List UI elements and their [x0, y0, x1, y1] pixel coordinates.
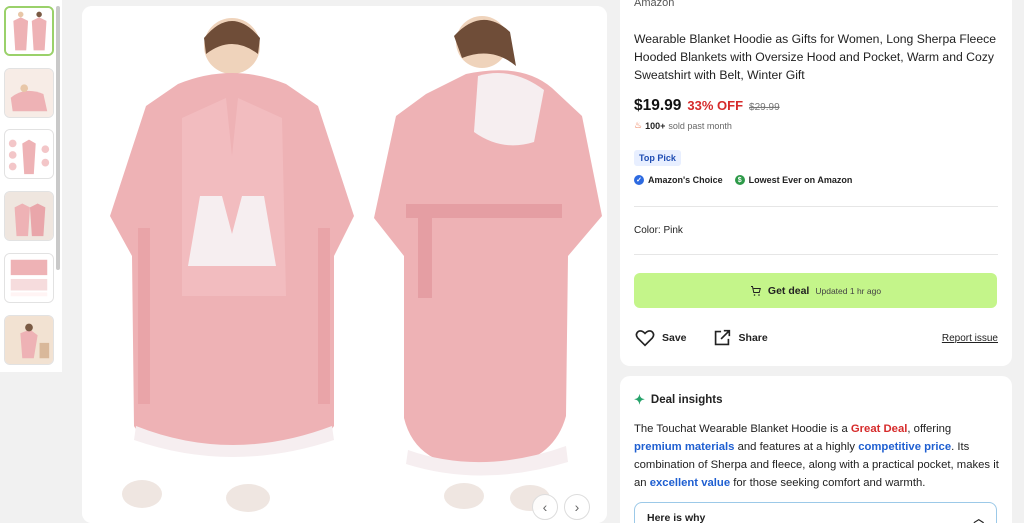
get-deal-button[interactable]: Get deal Updated 1 hr ago [634, 273, 997, 308]
badge-label: Amazon's Choice [648, 175, 723, 185]
sold-count: 100+ [645, 120, 666, 131]
action-row: Save Share Report issue [634, 327, 998, 349]
chevron-left-icon[interactable]: ‹ [532, 494, 558, 520]
great-deal-highlight: Great Deal [850, 423, 908, 435]
share-button[interactable]: Share [711, 327, 768, 349]
thumbnail-6[interactable] [4, 315, 54, 365]
amazons-choice-badge: ✓ Amazon's Choice [634, 175, 723, 185]
insights-text: , offering [907, 423, 952, 435]
deal-insights-card: ✦ Deal insights The Touchat Wearable Bla… [620, 376, 1012, 523]
sold-count-row: ♨ 100+ sold past month [634, 120, 732, 131]
save-label: Save [662, 332, 687, 344]
sparkle-icon: ✦ [634, 392, 645, 407]
badge-label: Lowest Ever on Amazon [748, 175, 853, 185]
heart-icon [635, 330, 655, 347]
thumbnail-strip [0, 0, 62, 372]
divider [634, 254, 998, 255]
thumbnail-4[interactable] [4, 191, 54, 241]
thumbnail-3[interactable] [4, 129, 54, 179]
insights-text: and features at a highly [734, 441, 859, 453]
thumbnail-1[interactable] [4, 6, 54, 56]
excellent-value-link[interactable]: excellent value [650, 477, 730, 489]
insights-text: The Touchat Wearable Blanket Hoodie is a [634, 423, 851, 435]
brand-name: Amazon [634, 0, 675, 9]
current-price: $19.99 [634, 97, 682, 114]
here-is-why-toggle[interactable]: Here is why ︿ [634, 502, 997, 523]
main-product-image[interactable]: ‹ › [82, 6, 607, 523]
product-info-panel: Amazon Wearable Blanket Hoodie as Gifts … [620, 0, 1012, 366]
thumbnail-scrollbar[interactable] [56, 6, 60, 270]
price-row: $19.99 33% OFF $29.99 [634, 97, 780, 115]
lowest-ever-badge: $ Lowest Ever on Amazon [734, 175, 853, 185]
chevron-right-icon[interactable]: › [564, 494, 590, 520]
insights-text: for those seeking comfort and warmth. [730, 477, 926, 489]
sold-label: sold past month [668, 120, 732, 131]
report-issue-link[interactable]: Report issue [942, 333, 998, 344]
product-page: { "product": { "brand": "Amazon", "title… [0, 0, 1024, 523]
competitive-price-link[interactable]: competitive price [858, 441, 951, 453]
badge-row: ✓ Amazon's Choice $ Lowest Ever on Amazo… [634, 175, 852, 185]
premium-materials-link[interactable]: premium materials [634, 441, 734, 453]
chevron-up-icon: ︿ [973, 512, 985, 523]
product-photo [82, 6, 607, 523]
product-title: Wearable Blanket Hoodie as Gifts for Wom… [634, 32, 996, 82]
discount-badge: 33% OFF [687, 98, 744, 113]
top-pick-badge: Top Pick [634, 150, 681, 166]
insights-heading: ✦ Deal insights [634, 392, 722, 408]
insights-body: The Touchat Wearable Blanket Hoodie is a… [634, 420, 1000, 492]
color-label: Color: Pink [634, 225, 683, 236]
dollar-badge-icon: $ [734, 175, 745, 185]
here-is-why-label: Here is why [647, 512, 706, 523]
share-label: Share [738, 332, 768, 344]
thumbnail-5[interactable] [4, 253, 54, 303]
save-button[interactable]: Save [634, 327, 687, 349]
flame-icon: ♨ [634, 120, 643, 130]
deal-updated: Updated 1 hr ago [815, 285, 882, 296]
thumbnail-2[interactable] [4, 68, 54, 118]
cart-icon [750, 285, 761, 296]
check-badge-icon: ✓ [634, 175, 644, 185]
insights-title: Deal insights [650, 394, 723, 406]
get-deal-label: Get deal [767, 284, 810, 297]
share-icon [714, 329, 730, 346]
divider [634, 206, 998, 207]
original-price: $29.99 [749, 102, 780, 113]
